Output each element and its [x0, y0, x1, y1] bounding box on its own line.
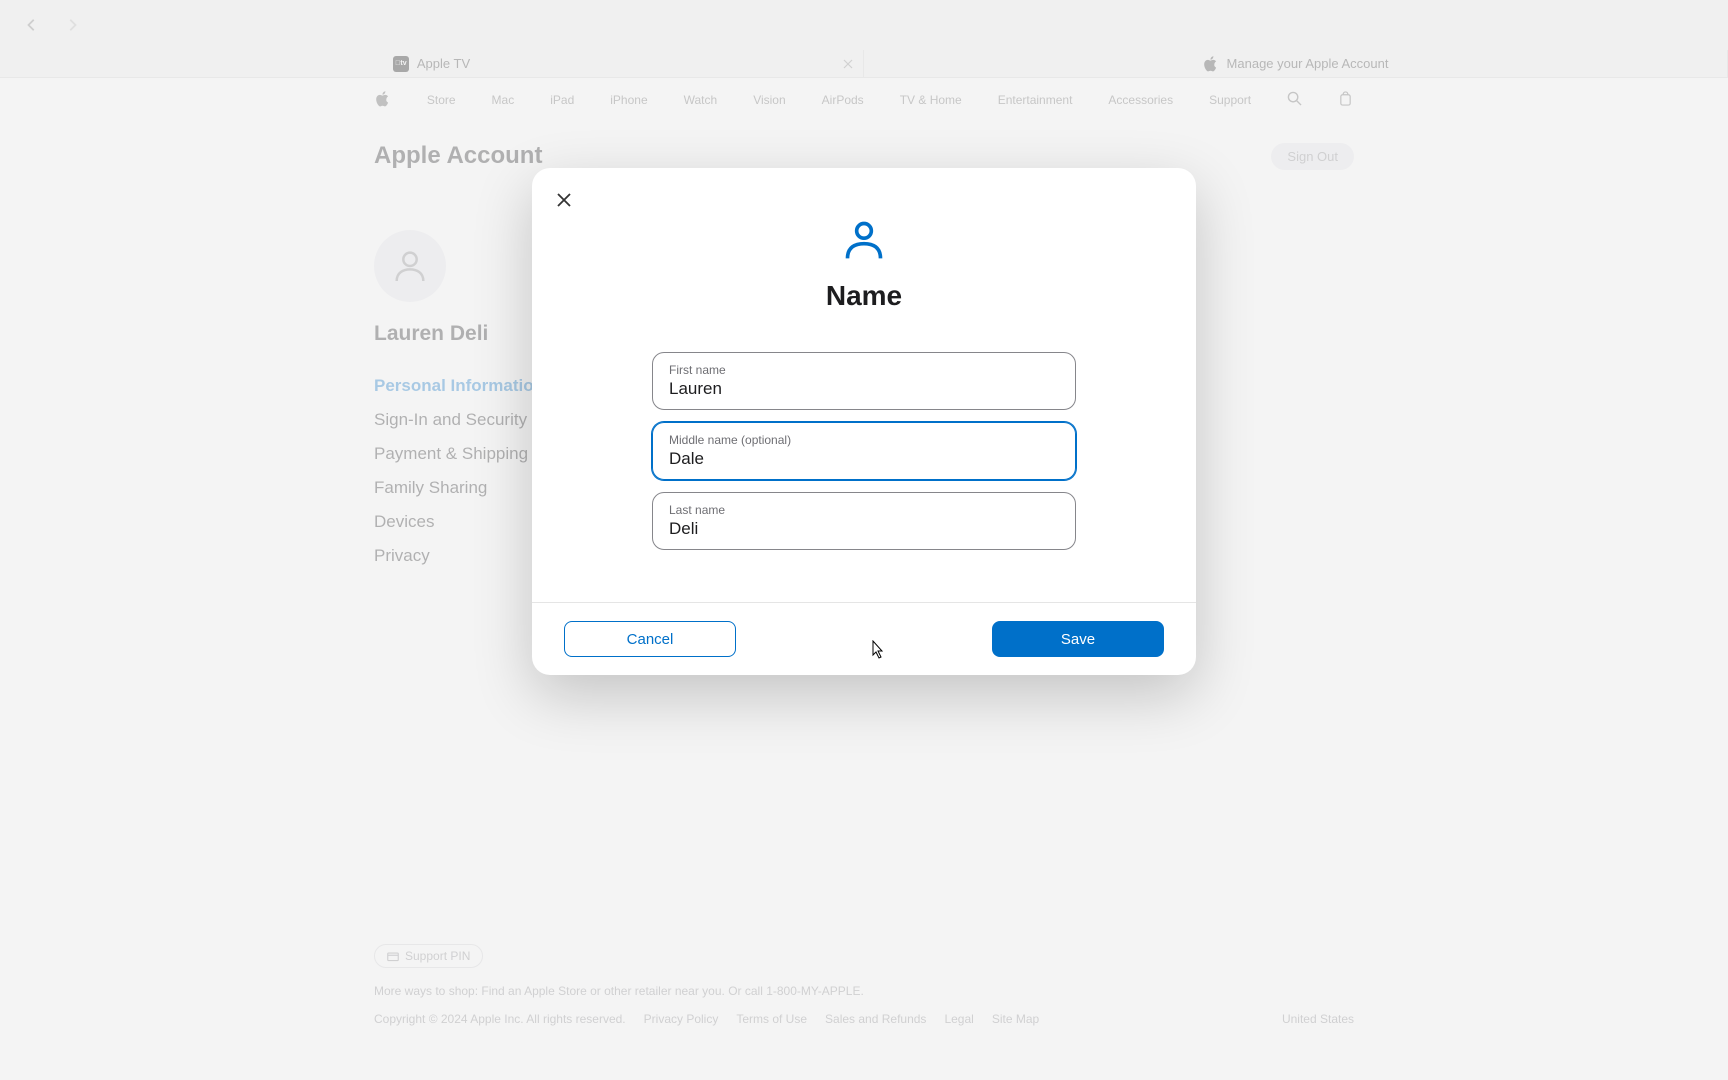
last-name-field[interactable]: Last name	[652, 492, 1076, 550]
middle-name-input[interactable]	[669, 449, 1059, 469]
last-name-label: Last name	[669, 503, 1059, 517]
last-name-input[interactable]	[669, 519, 1059, 539]
modal-footer: Cancel Save	[532, 602, 1196, 675]
modal-overlay: Name First name Middle name (optional) L…	[0, 0, 1728, 1080]
cancel-button[interactable]: Cancel	[564, 621, 736, 657]
modal-title: Name	[826, 280, 902, 312]
middle-name-label: Middle name (optional)	[669, 433, 1059, 447]
user-icon	[842, 218, 886, 262]
name-modal: Name First name Middle name (optional) L…	[532, 168, 1196, 675]
middle-name-field[interactable]: Middle name (optional)	[652, 422, 1076, 480]
first-name-field[interactable]: First name	[652, 352, 1076, 410]
first-name-label: First name	[669, 363, 1059, 377]
save-button[interactable]: Save	[992, 621, 1164, 657]
first-name-input[interactable]	[669, 379, 1059, 399]
close-button[interactable]	[554, 190, 574, 210]
